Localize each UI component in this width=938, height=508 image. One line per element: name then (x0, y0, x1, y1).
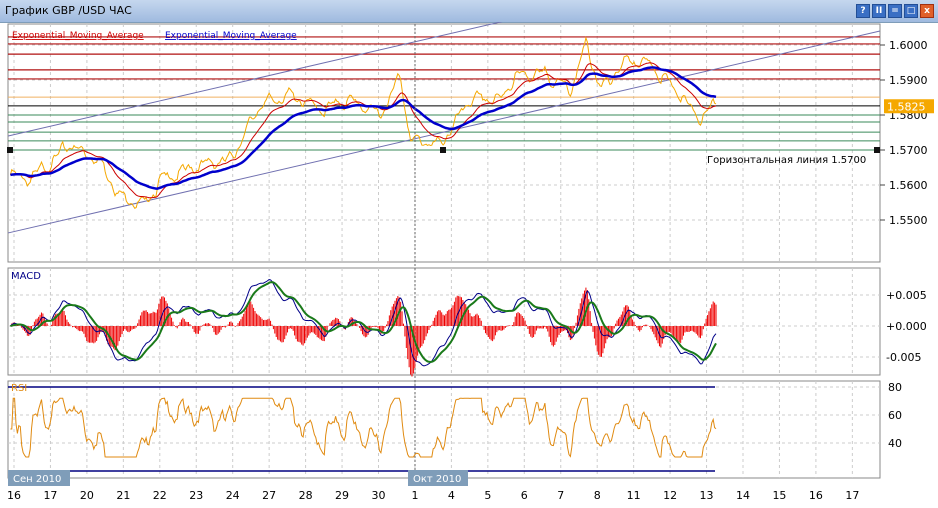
legend-ema-fast: Exponential_Moving_Average (12, 31, 144, 41)
macd-tick: +0.000 (886, 320, 927, 333)
x-tick-label: 7 (557, 489, 564, 502)
price-tick: 1.5900 (889, 74, 928, 87)
x-tick-label: 21 (116, 489, 130, 502)
price-tick: 1.6000 (889, 39, 928, 52)
price-tick: 1.5500 (889, 214, 928, 227)
panel-2 (7, 380, 881, 479)
rsi-tick: 80 (888, 381, 902, 394)
close-button[interactable]: x (920, 4, 934, 18)
x-tick-label: 22 (153, 489, 167, 502)
help-button[interactable]: ? (856, 4, 870, 18)
x-tick-label: 24 (226, 489, 240, 502)
x-tick-label: 20 (80, 489, 94, 502)
x-tick-label: 28 (299, 489, 313, 502)
horizontal-line-label: Горизонтальная линия 1.5700 (707, 155, 866, 166)
line-handle (874, 147, 880, 153)
x-tick-label: 23 (189, 489, 203, 502)
line-handle (440, 147, 446, 153)
x-tick-label: 13 (700, 489, 714, 502)
x-tick-label: 29 (335, 489, 349, 502)
x-tick-label: 17 (845, 489, 859, 502)
chart-area[interactable]: 16 17 20 21 22 23 24 27 28 29 30 1 4 5 6 7 8 11 12 13 14 15 16… (0, 22, 938, 508)
x-tick-label: 1 (411, 489, 418, 502)
x-tick-label: 4 (448, 489, 455, 502)
price-tick: 1.5700 (889, 144, 928, 157)
month-label: Окт 2010 (413, 474, 461, 485)
x-tick-label: 8 (594, 489, 601, 502)
price-tick: 1.5600 (889, 179, 928, 192)
rsi-tick: 40 (888, 437, 902, 450)
x-tick-label: 14 (736, 489, 750, 502)
macd-tick: -0.005 (886, 351, 921, 364)
split-button[interactable]: II (872, 4, 886, 18)
x-tick-label: 6 (521, 489, 528, 502)
line-handle (7, 147, 13, 153)
maximize-button[interactable]: □ (904, 4, 918, 18)
legend-ema-slow: Exponential_Moving_Average (165, 31, 297, 41)
month-label: Сен 2010 (13, 474, 61, 485)
x-tick-label: 30 (372, 489, 386, 502)
minimize-button[interactable]: = (888, 4, 902, 18)
x-tick-label: 27 (262, 489, 276, 502)
x-tick-label: 16 (809, 489, 823, 502)
window-titlebar: График GBP /USD ЧАС ? II = □ x (0, 0, 938, 23)
x-tick-label: 11 (627, 489, 641, 502)
x-tick-label: 15 (772, 489, 786, 502)
macd-tick: +0.005 (886, 289, 927, 302)
rsi-tick: 60 (888, 409, 902, 422)
x-tick-label: 12 (663, 489, 677, 502)
macd-title: MACD (11, 271, 41, 282)
x-tick-label: 5 (484, 489, 491, 502)
rsi-title: RSI (11, 383, 27, 394)
current-price-label: 1.5825 (887, 100, 926, 113)
window-title: График GBP /USD ЧАС (5, 4, 132, 17)
x-tick-label: 17 (43, 489, 57, 502)
panel-0 (7, 23, 881, 263)
x-tick-label: 16 (7, 489, 21, 502)
